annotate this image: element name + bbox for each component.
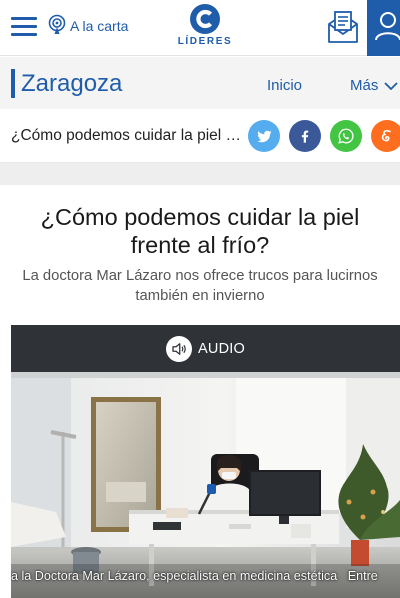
twitter-icon	[256, 130, 272, 142]
podcast-icon	[48, 14, 66, 34]
share-title: ¿Cómo podemos cuidar la piel frente al f…	[11, 127, 243, 144]
whatsapp-share-button[interactable]	[330, 120, 362, 152]
cope-logo-icon	[190, 4, 220, 34]
audio-caption-next: Entre	[347, 569, 378, 583]
logo-text: LÍDERES	[177, 36, 233, 47]
nav-mas[interactable]: Más	[350, 77, 398, 94]
audio-caption-text: a la Doctora Mar Lázaro, especialista en…	[11, 569, 338, 583]
station-name[interactable]: Zaragoza	[21, 70, 122, 98]
a-la-carta-label: A la carta	[70, 18, 129, 34]
top-header: A la carta LÍDERES	[0, 0, 400, 56]
newsletter-button[interactable]	[326, 9, 360, 45]
user-icon	[375, 12, 400, 41]
audio-caption: a la Doctora Mar Lázaro, especialista en…	[11, 569, 400, 587]
twitter-share-button[interactable]	[248, 120, 280, 152]
audio-label: AUDIO	[198, 340, 245, 357]
share-bar: ¿Cómo podemos cuidar la piel frente al f…	[0, 109, 400, 163]
meneame-share-button[interactable]	[371, 120, 400, 152]
a-la-carta-link[interactable]: A la carta	[48, 14, 128, 38]
nav-mas-label: Más	[350, 77, 379, 94]
audio-header[interactable]: AUDIO	[11, 325, 400, 372]
meneame-icon	[381, 129, 391, 142]
newsletter-icon	[328, 11, 358, 43]
article-headline: ¿Cómo podemos cuidar la piel frente al f…	[40, 204, 360, 258]
audio-player[interactable]: AUDIO a la Doctora Mar Lázaro, especiali…	[11, 325, 400, 598]
whatsapp-icon	[338, 128, 354, 144]
hamburger-icon[interactable]	[11, 17, 37, 37]
section-divider	[0, 163, 400, 185]
nav-inicio[interactable]: Inicio	[267, 77, 302, 94]
clinic-photo	[11, 372, 400, 598]
article-subtitle: La doctora Mar Lázaro nos ofrece trucos …	[22, 268, 378, 304]
cope-logo[interactable]: LÍDERES	[176, 3, 234, 51]
station-accent	[11, 69, 15, 98]
station-bar: Zaragoza Inicio Más	[0, 57, 400, 109]
facebook-share-button[interactable]	[289, 120, 321, 152]
facebook-icon	[301, 130, 309, 143]
speaker-icon	[166, 335, 193, 362]
user-button[interactable]	[367, 0, 400, 56]
chevron-down-icon	[384, 81, 398, 90]
